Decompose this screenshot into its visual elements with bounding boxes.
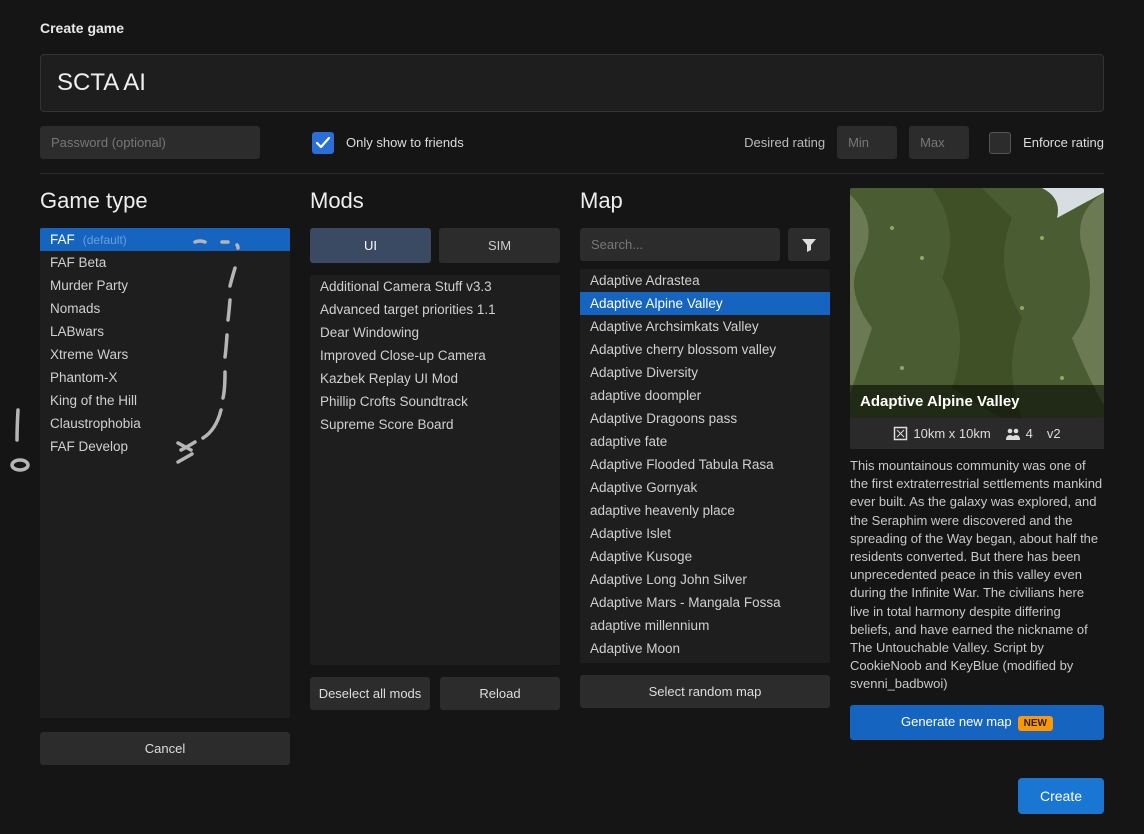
game-type-item[interactable]: Phantom-X — [40, 366, 290, 389]
game-name-input[interactable] — [40, 54, 1104, 112]
map-item[interactable]: Adaptive Islet — [580, 522, 830, 545]
game-type-item[interactable]: FAF Beta — [40, 251, 290, 274]
map-item[interactable]: Adaptive Flooded Tabula Rasa — [580, 453, 830, 476]
mod-item[interactable]: Supreme Score Board — [310, 413, 560, 436]
map-item[interactable]: Adaptive Alpine Valley — [580, 292, 830, 315]
map-item[interactable]: Adaptive cherry blossom valley — [580, 338, 830, 361]
map-item[interactable]: Adaptive Diversity — [580, 361, 830, 384]
map-preview-title: Adaptive Alpine Valley — [850, 385, 1104, 418]
map-item[interactable]: adaptive millennium — [580, 614, 830, 637]
mod-item[interactable]: Improved Close-up Camera — [310, 344, 560, 367]
game-type-item[interactable]: LABwars — [40, 320, 290, 343]
friends-only-label: Only show to friends — [346, 135, 464, 150]
map-item[interactable]: Adaptive Long John Silver — [580, 568, 830, 591]
map-item[interactable]: adaptive doompler — [580, 384, 830, 407]
mod-item[interactable]: Advanced target priorities 1.1 — [310, 298, 560, 321]
game-type-item[interactable]: King of the Hill — [40, 389, 290, 412]
map-item[interactable]: adaptive fate — [580, 430, 830, 453]
generate-map-button[interactable]: Generate new mapNEW — [850, 705, 1104, 739]
cancel-button[interactable]: Cancel — [40, 732, 290, 765]
friends-only-checkbox[interactable] — [312, 132, 334, 154]
map-preview-meta: 10km x 10km 4 v2 — [850, 418, 1104, 449]
mod-item[interactable]: Additional Camera Stuff v3.3 — [310, 275, 560, 298]
page-title: Create game — [40, 20, 1104, 36]
map-item[interactable]: Adaptive Dragoons pass — [580, 407, 830, 430]
map-preview-description: This mountainous community was one of th… — [850, 457, 1104, 693]
map-item[interactable]: Adaptive Onslaught — [580, 660, 830, 663]
reload-mods-button[interactable]: Reload — [440, 677, 560, 710]
mods-list[interactable]: Additional Camera Stuff v3.3Advanced tar… — [310, 275, 560, 665]
map-filter-button[interactable] — [788, 228, 830, 261]
desired-rating-label: Desired rating — [744, 135, 825, 150]
enforce-rating-checkbox[interactable] — [989, 132, 1011, 154]
new-badge: NEW — [1018, 716, 1053, 731]
password-input[interactable] — [40, 126, 260, 159]
map-item[interactable]: Adaptive Moon — [580, 637, 830, 660]
create-button[interactable]: Create — [1018, 778, 1104, 814]
game-type-list[interactable]: FAF(default)FAF BetaMurder PartyNomadsLA… — [40, 228, 290, 718]
mods-heading: Mods — [310, 188, 560, 214]
tab-ui[interactable]: UI — [310, 228, 431, 263]
deselect-mods-button[interactable]: Deselect all mods — [310, 677, 430, 710]
game-type-item[interactable]: Claustrophobia — [40, 412, 290, 435]
map-item[interactable]: Adaptive Adrastea — [580, 269, 830, 292]
map-search-input[interactable] — [580, 228, 780, 261]
map-heading: Map — [580, 188, 830, 214]
rating-min-input[interactable] — [837, 126, 897, 159]
map-list[interactable]: Adaptive AdrasteaAdaptive Alpine ValleyA… — [580, 269, 830, 663]
filter-icon — [801, 237, 817, 253]
map-preview-image: Adaptive Alpine Valley — [850, 188, 1104, 418]
game-type-item[interactable]: FAF Develop — [40, 435, 290, 458]
rating-max-input[interactable] — [909, 126, 969, 159]
players-icon — [1005, 427, 1021, 441]
game-type-heading: Game type — [40, 188, 290, 214]
mod-item[interactable]: Dear Windowing — [310, 321, 560, 344]
map-item[interactable]: Adaptive Archsimkats Valley — [580, 315, 830, 338]
map-item[interactable]: Adaptive Kusoge — [580, 545, 830, 568]
mod-item[interactable]: Phillip Crofts Soundtrack — [310, 390, 560, 413]
tab-sim[interactable]: SIM — [439, 228, 560, 263]
game-type-item[interactable]: Murder Party — [40, 274, 290, 297]
size-icon — [893, 426, 908, 441]
map-item[interactable]: Adaptive Mars - Mangala Fossa — [580, 591, 830, 614]
map-item[interactable]: Adaptive Gornyak — [580, 476, 830, 499]
random-map-button[interactable]: Select random map — [580, 675, 830, 708]
game-type-item[interactable]: Nomads — [40, 297, 290, 320]
mod-item[interactable]: Kazbek Replay UI Mod — [310, 367, 560, 390]
enforce-rating-label: Enforce rating — [1023, 135, 1104, 150]
game-type-item[interactable]: FAF(default) — [40, 228, 290, 251]
game-type-item[interactable]: Xtreme Wars — [40, 343, 290, 366]
map-item[interactable]: adaptive heavenly place — [580, 499, 830, 522]
